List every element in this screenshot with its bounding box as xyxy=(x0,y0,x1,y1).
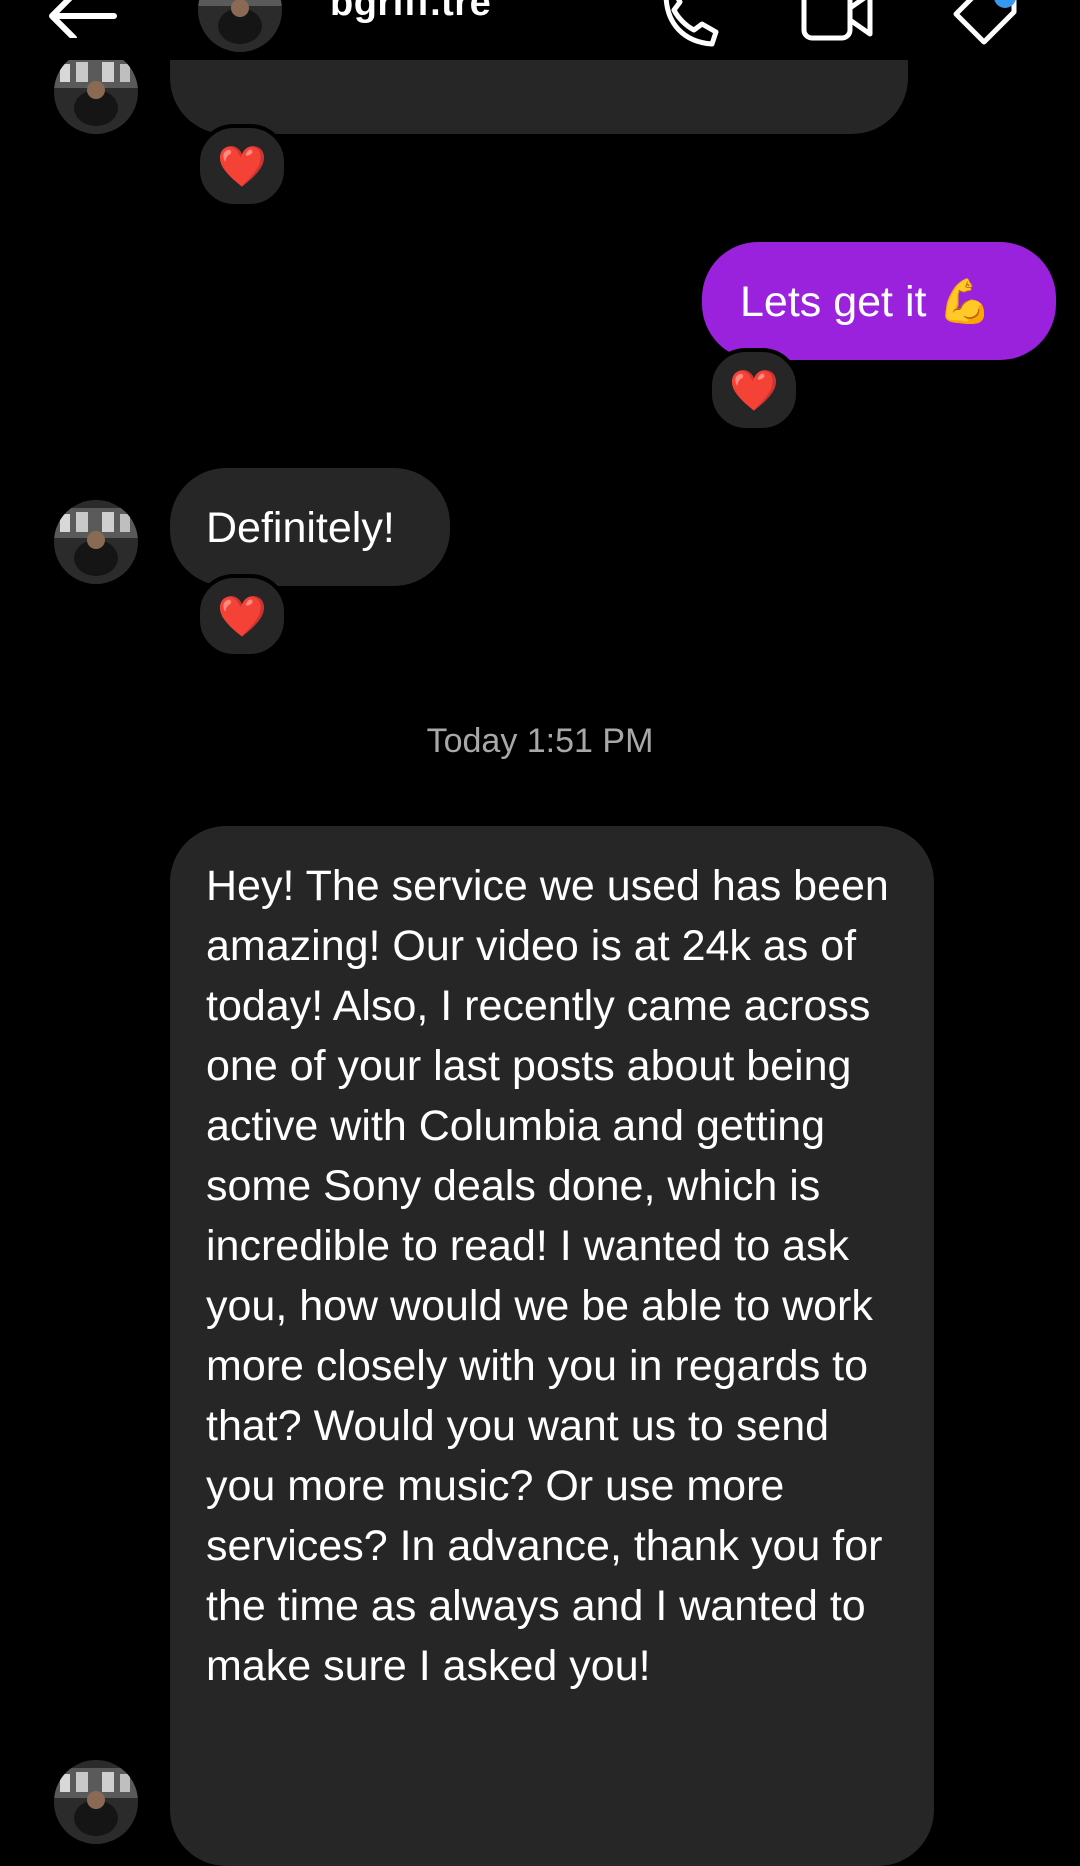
call-button[interactable] xyxy=(648,0,728,52)
heart-reaction[interactable]: ❤️ xyxy=(196,574,288,658)
heart-reaction[interactable]: ❤️ xyxy=(708,348,800,432)
chat-header: bgriff.tre xyxy=(0,0,1080,60)
message-bubble-incoming[interactable]: Hey! The service we used has been amazin… xyxy=(170,826,934,1866)
phone-icon xyxy=(663,0,719,47)
message-timestamp: Today 1:51 PM xyxy=(426,722,654,760)
heart-reaction[interactable]: ❤️ xyxy=(196,124,288,208)
tag-button[interactable] xyxy=(946,0,1026,52)
arrow-left-icon xyxy=(49,0,117,41)
heart-icon: ❤️ xyxy=(217,144,267,189)
sender-avatar[interactable] xyxy=(54,50,138,134)
tag-icon xyxy=(953,0,1017,45)
back-button[interactable] xyxy=(44,0,122,41)
sender-avatar[interactable] xyxy=(54,1760,138,1844)
video-camera-icon xyxy=(801,0,873,41)
message-bubble-incoming[interactable]: Definitely! xyxy=(170,468,450,586)
heart-icon: ❤️ xyxy=(217,594,267,639)
video-call-button[interactable] xyxy=(798,0,878,52)
heart-icon: ❤️ xyxy=(729,368,779,413)
sender-avatar[interactable] xyxy=(54,500,138,584)
message-bubble-outgoing[interactable]: Lets get it 💪 xyxy=(702,242,1056,360)
header-avatar[interactable] xyxy=(198,0,282,52)
chat-username[interactable]: bgriff.tre xyxy=(330,0,491,25)
